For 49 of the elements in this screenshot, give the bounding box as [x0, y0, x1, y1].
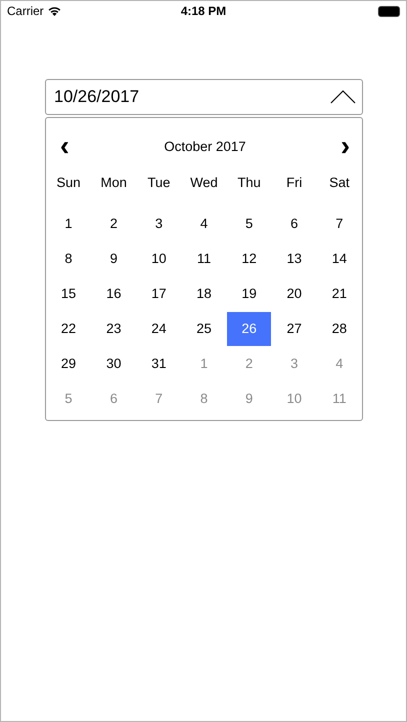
weekday-label: Mon	[100, 174, 128, 192]
month-title: October 2017	[164, 138, 246, 154]
day-button[interactable]: 26	[227, 312, 272, 346]
day-button[interactable]: 7	[317, 206, 362, 240]
weekday-label: Tue	[146, 174, 172, 192]
carrier-label: Carrier	[7, 4, 44, 18]
weekday-label: Thu	[236, 174, 262, 192]
date-value: 10/26/2017	[54, 87, 140, 107]
day-button[interactable]: 4	[182, 206, 226, 240]
day-button[interactable]: 8	[46, 242, 91, 276]
date-field[interactable]: 10/26/2017	[45, 79, 363, 115]
day-button[interactable]: 1	[46, 206, 91, 240]
weekday-label: Sat	[328, 174, 351, 192]
wifi-icon	[48, 6, 61, 16]
day-button[interactable]: 5	[227, 206, 272, 240]
day-button[interactable]: 12	[227, 242, 272, 276]
weekday-label: Sun	[56, 174, 82, 192]
collapse-toggle[interactable]	[330, 90, 356, 104]
day-button[interactable]: 21	[317, 276, 362, 310]
chevron-up-icon	[330, 90, 356, 104]
day-button[interactable]: 10	[136, 242, 181, 276]
battery-icon	[378, 6, 400, 16]
day-button[interactable]: 29	[46, 346, 91, 380]
day-button[interactable]: 20	[272, 276, 316, 310]
previous-month-button[interactable]: ‹	[58, 134, 72, 158]
day-button[interactable]: 22	[46, 312, 91, 346]
day-button[interactable]: 3	[136, 206, 181, 240]
next-month-button[interactable]: ›	[338, 134, 352, 158]
day-button[interactable]: 13	[272, 242, 316, 276]
weekday-label: Fri	[285, 174, 304, 192]
day-button[interactable]: 6	[272, 206, 316, 240]
day-button[interactable]: 25	[182, 312, 226, 346]
day-button[interactable]: 31	[136, 346, 181, 380]
day-button[interactable]: 24	[136, 312, 181, 346]
day-button[interactable]: 23	[92, 312, 136, 346]
day-button[interactable]: 19	[227, 276, 272, 310]
day-button[interactable]: 11	[182, 242, 226, 276]
day-button[interactable]: 15	[46, 276, 91, 310]
day-button[interactable]: 30	[92, 346, 136, 380]
day-button[interactable]: 18	[182, 276, 226, 310]
day-button[interactable]: 27	[272, 312, 316, 346]
day-button[interactable]: 28	[317, 312, 362, 346]
weekday-label: Wed	[189, 174, 219, 192]
clock: 4:18 PM	[180, 4, 226, 18]
day-button[interactable]: 9	[92, 242, 136, 276]
day-button[interactable]: 16	[92, 276, 136, 310]
day-button[interactable]: 14	[317, 242, 362, 276]
day-button[interactable]: 2	[92, 206, 136, 240]
day-button[interactable]: 17	[136, 276, 181, 310]
